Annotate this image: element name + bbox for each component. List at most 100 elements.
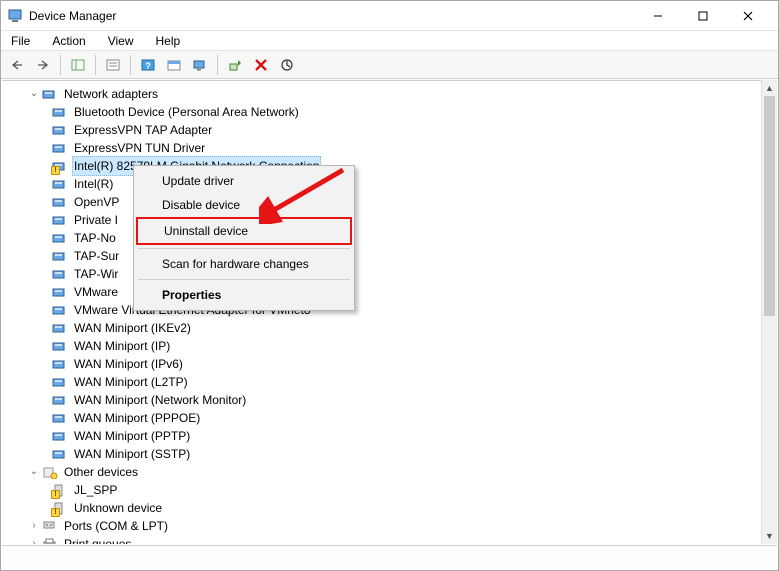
scan-hardware-button[interactable] xyxy=(188,54,212,76)
menu-action[interactable]: Action xyxy=(48,33,89,49)
device-item[interactable]: TAP-No xyxy=(8,229,761,247)
expand-collapse-icon[interactable]: ⌄ xyxy=(26,463,42,481)
expand-collapse-icon[interactable]: › xyxy=(26,517,42,535)
network-adapter-icon xyxy=(52,410,68,426)
titlebar: Device Manager xyxy=(1,1,778,31)
network-adapter-icon xyxy=(52,374,68,390)
print-queues-category-icon xyxy=(42,536,58,544)
toolbar-separator xyxy=(130,55,131,75)
toolbar-separator xyxy=(217,55,218,75)
network-adapter-icon xyxy=(52,194,68,210)
category-other-devices[interactable]: ⌄ Other devices xyxy=(8,463,761,481)
category-label: Print queues xyxy=(62,535,133,544)
forward-button[interactable] xyxy=(31,54,55,76)
device-item[interactable]: WAN Miniport (IPv6) xyxy=(8,355,761,373)
device-item[interactable]: WAN Miniport (PPPOE) xyxy=(8,409,761,427)
scroll-up-button[interactable]: ▲ xyxy=(762,80,777,96)
back-button[interactable] xyxy=(5,54,29,76)
minimize-button[interactable] xyxy=(635,2,680,30)
device-item[interactable]: Private I xyxy=(8,211,761,229)
ctx-update-driver[interactable]: Update driver xyxy=(136,169,352,193)
device-item[interactable]: !Intel(R) 82579LM Gigabit Network Connec… xyxy=(8,157,761,175)
device-item[interactable]: VMware Virtual Ethernet Adapter for VMne… xyxy=(8,301,761,319)
device-label: Unknown device xyxy=(72,499,164,517)
device-item[interactable]: WAN Miniport (IKEv2) xyxy=(8,319,761,337)
calendar-icon[interactable] xyxy=(162,54,186,76)
ctx-scan-hardware[interactable]: Scan for hardware changes xyxy=(136,252,352,276)
device-item[interactable]: WAN Miniport (L2TP) xyxy=(8,373,761,391)
device-item[interactable]: WAN Miniport (PPTP) xyxy=(8,427,761,445)
menubar: File Action View Help xyxy=(1,31,778,51)
network-adapter-icon xyxy=(52,248,68,264)
unknown-device-icon: ! xyxy=(52,500,68,516)
menu-view[interactable]: View xyxy=(104,33,138,49)
app-icon xyxy=(7,8,23,24)
network-adapter-icon xyxy=(52,122,68,138)
device-label: ExpressVPN TUN Driver xyxy=(72,139,207,157)
device-item[interactable]: TAP-Wir xyxy=(8,265,761,283)
footer-strip xyxy=(2,545,777,569)
device-item[interactable]: !Unknown device xyxy=(8,499,761,517)
device-label: Bluetooth Device (Personal Area Network) xyxy=(72,103,301,121)
scrollbar-thumb[interactable] xyxy=(764,96,775,316)
device-item[interactable]: TAP-Sur xyxy=(8,247,761,265)
ctx-separator xyxy=(138,279,350,280)
toolbar-separator xyxy=(95,55,96,75)
network-adapter-icon xyxy=(52,392,68,408)
network-adapter-category-icon xyxy=(42,86,58,102)
device-item[interactable]: WAN Miniport (SSTP) xyxy=(8,445,761,463)
maximize-button[interactable] xyxy=(680,2,725,30)
device-label: VMware xyxy=(72,283,120,301)
device-label: WAN Miniport (IKEv2) xyxy=(72,319,193,337)
ctx-uninstall-device[interactable]: Uninstall device xyxy=(136,217,352,245)
device-label: Intel(R) xyxy=(72,175,115,193)
device-item[interactable]: ExpressVPN TAP Adapter xyxy=(8,121,761,139)
menu-help[interactable]: Help xyxy=(152,33,185,49)
device-label: TAP-Sur xyxy=(72,247,121,265)
device-item[interactable]: !JL_SPP xyxy=(8,481,761,499)
help-button[interactable]: ? xyxy=(136,54,160,76)
device-item[interactable]: WAN Miniport (IP) xyxy=(8,337,761,355)
ctx-disable-device[interactable]: Disable device xyxy=(136,193,352,217)
network-adapter-icon xyxy=(52,428,68,444)
category-label: Network adapters xyxy=(62,85,160,103)
device-tree-area: ⌄ Network adapters Bluetooth Device (Per… xyxy=(2,80,761,544)
ctx-separator xyxy=(138,248,350,249)
device-label: TAP-Wir xyxy=(72,265,120,283)
device-label: Private I xyxy=(72,211,120,229)
device-label: WAN Miniport (PPPOE) xyxy=(72,409,202,427)
device-label: WAN Miniport (IP) xyxy=(72,337,172,355)
device-label: WAN Miniport (L2TP) xyxy=(72,373,190,391)
menu-file[interactable]: File xyxy=(7,33,34,49)
device-item[interactable]: VMware xyxy=(8,283,761,301)
network-adapter-icon xyxy=(52,320,68,336)
network-adapter-icon xyxy=(52,212,68,228)
category-ports[interactable]: › Ports (COM & LPT) xyxy=(8,517,761,535)
device-item[interactable]: WAN Miniport (Network Monitor) xyxy=(8,391,761,409)
category-network-adapters[interactable]: ⌄ Network adapters xyxy=(8,85,761,103)
device-label: WAN Miniport (IPv6) xyxy=(72,355,185,373)
update-driver-button[interactable] xyxy=(223,54,247,76)
device-item[interactable]: Intel(R) xyxy=(8,175,761,193)
show-hide-console-tree-button[interactable] xyxy=(66,54,90,76)
vertical-scrollbar[interactable]: ▲ ▼ xyxy=(761,80,777,544)
network-adapter-icon xyxy=(52,266,68,282)
device-item[interactable]: ExpressVPN TUN Driver xyxy=(8,139,761,157)
expand-collapse-icon[interactable]: ⌄ xyxy=(26,85,42,103)
properties-button[interactable] xyxy=(101,54,125,76)
scroll-down-button[interactable]: ▼ xyxy=(762,528,777,544)
category-print-queues[interactable]: › Print queues xyxy=(8,535,761,544)
disable-device-button[interactable] xyxy=(275,54,299,76)
close-button[interactable] xyxy=(725,2,770,30)
device-label: WAN Miniport (SSTP) xyxy=(72,445,192,463)
ctx-properties[interactable]: Properties xyxy=(136,283,352,307)
device-tree[interactable]: ⌄ Network adapters Bluetooth Device (Per… xyxy=(2,81,761,544)
expand-collapse-icon[interactable]: › xyxy=(26,535,42,544)
device-item[interactable]: Bluetooth Device (Personal Area Network) xyxy=(8,103,761,121)
toolbar-separator xyxy=(60,55,61,75)
network-adapter-icon xyxy=(52,338,68,354)
network-adapter-icon xyxy=(52,230,68,246)
uninstall-device-button[interactable] xyxy=(249,54,273,76)
device-item[interactable]: OpenVP xyxy=(8,193,761,211)
device-label: WAN Miniport (PPTP) xyxy=(72,427,192,445)
